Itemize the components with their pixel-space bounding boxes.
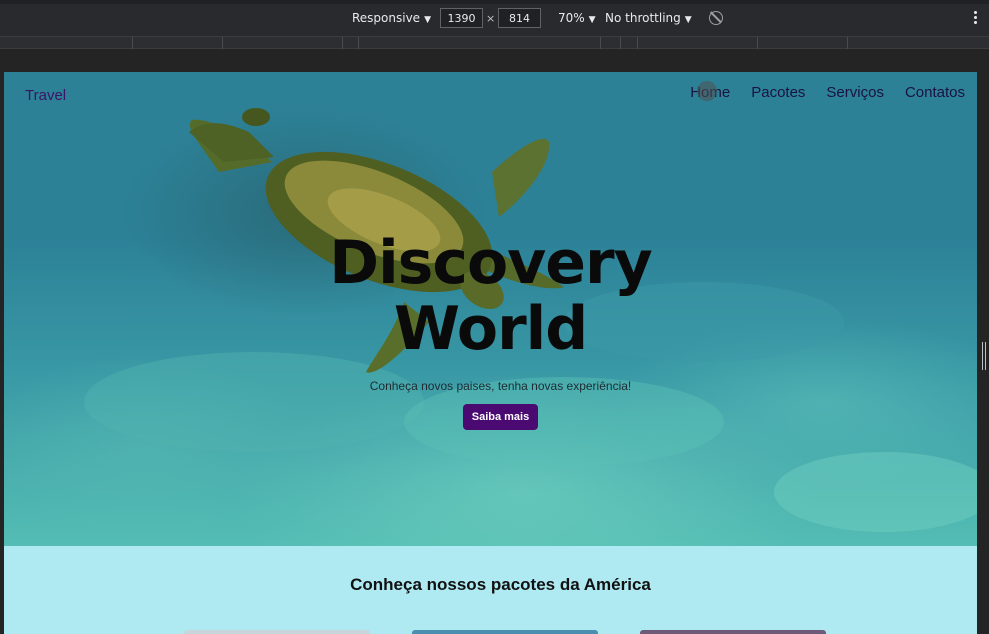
zoom-label: 70% xyxy=(558,11,585,25)
rotate-disabled-icon[interactable] xyxy=(709,11,723,25)
chevron-down-icon: ▼ xyxy=(588,15,596,25)
nav-pacotes[interactable]: Pacotes xyxy=(751,84,805,101)
hero-section: Travel Home Pacotes Serviços Contatos Di… xyxy=(4,72,977,546)
more-options-icon[interactable] xyxy=(974,11,978,25)
throttling-select[interactable]: No throttling ▼ xyxy=(605,11,692,25)
dimension-separator: × xyxy=(486,12,496,25)
hero-title-line2: World xyxy=(393,294,588,364)
viewport-width-input[interactable] xyxy=(440,8,483,28)
devtools-device-toolbar: Responsive▼ × 70%▼ No throttling▼ xyxy=(0,0,989,37)
hero-title: Discovery World xyxy=(4,230,977,362)
hero-title-line1: Discovery xyxy=(329,228,652,298)
throttling-label: No throttling xyxy=(605,11,681,25)
chevron-down-icon: ▼ xyxy=(424,15,431,25)
page-viewport: Travel Home Pacotes Serviços Contatos Di… xyxy=(4,72,977,634)
device-mode-select[interactable]: Responsive ▼ xyxy=(352,11,431,25)
device-mode-label: Responsive xyxy=(352,11,421,25)
zoom-select[interactable]: 70% ▼ xyxy=(558,11,596,25)
package-card[interactable] xyxy=(412,630,598,634)
hero-subtitle: Conheça novos paises, tenha novas experi… xyxy=(369,379,632,393)
media-query-bar xyxy=(0,37,989,49)
packages-section-title: Conheça nossos pacotes da América xyxy=(350,575,651,594)
viewport-height-input[interactable] xyxy=(498,8,541,28)
main-nav: Home Pacotes Serviços Contatos xyxy=(690,84,965,101)
package-card[interactable] xyxy=(640,630,826,634)
toolbar-top-strip xyxy=(0,0,989,4)
viewport-resize-handle[interactable] xyxy=(982,342,986,370)
brand-logo[interactable]: Travel xyxy=(25,87,66,104)
saiba-mais-button[interactable]: Saiba mais xyxy=(463,404,538,430)
nav-servicos[interactable]: Serviços xyxy=(826,84,884,101)
nav-contatos[interactable]: Contatos xyxy=(905,84,965,101)
package-card[interactable] xyxy=(184,630,370,634)
touch-cursor-indicator xyxy=(697,81,717,101)
chevron-down-icon: ▼ xyxy=(684,15,692,25)
